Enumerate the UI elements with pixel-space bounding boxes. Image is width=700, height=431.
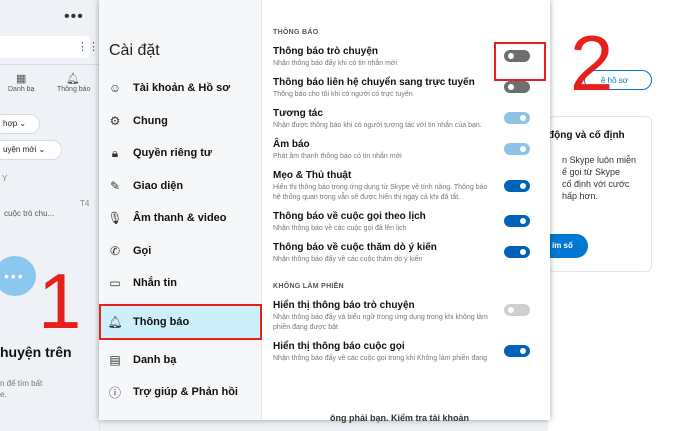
setting-title: Thông báo về cuộc thăm dò ý kiến xyxy=(273,242,437,253)
setting-title: Mẹo & Thủ thuật xyxy=(273,170,352,181)
phone-icon: ✆ xyxy=(109,243,121,258)
setting-title: Thông báo về cuộc gọi theo lịch xyxy=(273,211,426,222)
more-options-icon[interactable]: ••• xyxy=(64,8,84,26)
menu-item-privacy[interactable]: 🔒︎ Quyền riêng tư xyxy=(99,137,262,170)
setting-dnd-chat: Hiển thị thông báo trò chuyện Nhận thông… xyxy=(263,296,550,337)
setting-desc: Hiển thị thông báo trong ứng dụng từ Sky… xyxy=(273,184,488,201)
setting-title: Âm báo xyxy=(273,139,310,150)
setting-title: Thông báo trò chuyện xyxy=(273,46,378,57)
contacts-icon: ▤ xyxy=(109,352,121,367)
info-icon: ⓘ xyxy=(108,385,121,400)
account-icon: ☺ xyxy=(108,81,122,96)
menu-item-audio-video[interactable]: 🎙︎ Âm thanh & video xyxy=(99,202,262,235)
section-heading-dnd: KHÔNG LÀM PHIỀN xyxy=(273,283,344,290)
menu-item-account[interactable]: ☺ Tài khoản & Hồ sơ xyxy=(99,72,262,105)
setting-dnd-calls: Hiển thị thông báo cuộc gọi Nhận thông b… xyxy=(263,337,550,368)
toggle-dnd-chat[interactable] xyxy=(504,304,530,316)
chat-bubble-illustration: ••• xyxy=(0,256,36,296)
setting-scheduled-calls: Thông báo về cuộc gọi theo lịch Nhận thô… xyxy=(263,207,550,238)
bell-icon: 🔔︎ xyxy=(107,314,123,329)
new-chat-pill[interactable]: uyện mới ⌄ xyxy=(0,140,62,160)
chat-time: T4 xyxy=(80,199,90,208)
setting-desc: Nhận thông báo đẩy về các cuộc gọi trong… xyxy=(273,355,488,362)
toggle-sound[interactable] xyxy=(504,143,530,155)
bell-icon[interactable]: 🔔︎ xyxy=(66,72,80,85)
setting-polls: Thông báo về cuộc thăm dò ý kiến Nhận th… xyxy=(263,238,550,269)
menu-item-calling[interactable]: ✆ Gọi xyxy=(99,235,262,268)
microphone-icon: 🎙︎ xyxy=(107,211,123,226)
setting-title: Hiển thị thông báo trò chuyện xyxy=(273,300,415,311)
card-text: n Skype luôn miễn ể gọi từ Skype cố định… xyxy=(562,155,637,201)
settings-menu-panel: Cài đặt ☺ Tài khoản & Hồ sơ ⚙ Chung 🔒︎ Quyề… xyxy=(99,0,262,420)
setting-title: Tương tác xyxy=(273,108,323,119)
bottom-text: ông phải bạn. Kiểm tra tài khoản xyxy=(330,413,470,423)
menu-item-contacts[interactable]: ▤ Danh bạ xyxy=(99,344,262,377)
setting-desc: Nhận thông báo đẩy và biểu ngữ trong ứng… xyxy=(273,314,488,331)
menu-item-help[interactable]: ⓘ Trợ giúp & Phản hồi xyxy=(99,376,262,409)
chat-preview[interactable]: cuộc trò chu... xyxy=(4,209,54,218)
toggle-contact-online[interactable] xyxy=(504,81,530,93)
card-title: động và cố định xyxy=(548,130,625,141)
settings-dialog: Cài đặt ☺ Tài khoản & Hồ sơ ⚙ Chung 🔒︎ Quyề… xyxy=(99,0,550,420)
lock-icon: 🔒︎ xyxy=(111,145,119,160)
skype-sidebar: ••• ⋮⋮⋮ ▦ Danh bạ 🔔︎ Thông báo hợp ⌄ uyệ… xyxy=(0,0,110,431)
appearance-icon: ✎ xyxy=(109,178,121,193)
highlight-box-toggle xyxy=(494,42,546,81)
setting-title: Thông báo liên hệ chuyển sang trực tuyến xyxy=(273,77,475,88)
setting-desc: Nhận thông báo đẩy về các cuộc thăm dò ý… xyxy=(273,256,423,263)
nav-contacts-label[interactable]: Danh bạ xyxy=(8,86,34,93)
toggle-tips[interactable] xyxy=(504,180,530,192)
setting-desc: Nhận thông báo đẩy khi có tin nhắn mới xyxy=(273,60,398,67)
setting-desc: Phát âm thanh thông báo có tin nhắn mới xyxy=(273,153,402,160)
toggle-dnd-calls[interactable] xyxy=(504,345,530,357)
empty-subtext: n để tìm bất e. xyxy=(0,379,43,399)
contacts-icon[interactable]: ▦ xyxy=(16,72,26,85)
setting-reactions: Tương tác Nhận được thông báo khi có ngư… xyxy=(263,104,550,135)
section-label: Y xyxy=(2,174,8,183)
settings-title: Cài đặt xyxy=(109,42,160,59)
setting-desc: Nhận được thông báo khi có người tương t… xyxy=(273,122,482,129)
menu-item-appearance[interactable]: ✎ Giao diện xyxy=(99,170,262,203)
setting-title: Hiển thị thông báo cuộc gọi xyxy=(273,341,405,352)
get-number-button[interactable]: ím số xyxy=(546,234,588,258)
annotation-number-1: 1 xyxy=(38,257,82,345)
filter-pill[interactable]: hợp ⌄ xyxy=(0,114,40,134)
toggle-reactions[interactable] xyxy=(504,112,530,124)
message-icon: ▭ xyxy=(109,276,121,291)
gear-icon: ⚙ xyxy=(109,113,121,128)
setting-sound: Âm báo Phát âm thanh thông báo có tin nh… xyxy=(263,135,550,166)
menu-item-notifications[interactable]: 🔔︎ Thông báo xyxy=(99,303,262,340)
nav-notifications-label[interactable]: Thông báo xyxy=(57,86,90,93)
toggle-polls[interactable] xyxy=(504,246,530,258)
menu-item-general[interactable]: ⚙ Chung xyxy=(99,105,262,138)
divider xyxy=(0,64,100,65)
menu-item-messaging[interactable]: ▭ Nhắn tin xyxy=(99,267,262,300)
setting-desc: Nhận thông báo về các cuộc gọi đã lên lị… xyxy=(273,225,407,232)
annotation-number-2: 2 xyxy=(570,19,614,107)
setting-tips: Mẹo & Thủ thuật Hiển thị thông báo trong… xyxy=(263,166,550,207)
section-heading-notifications: THÔNG BÁO xyxy=(273,29,319,36)
setting-desc: Thông báo cho tôi khi có người có trực t… xyxy=(273,91,413,98)
settings-menu: ☺ Tài khoản & Hồ sơ ⚙ Chung 🔒︎ Quyền riêng … xyxy=(99,72,262,409)
toggle-scheduled-calls[interactable] xyxy=(504,215,530,227)
